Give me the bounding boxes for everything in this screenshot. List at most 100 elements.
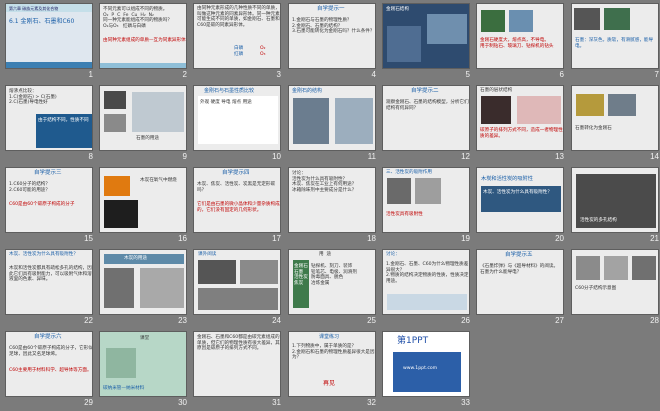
slide-thumbnail[interactable]: 石墨：深灰色，质软，有滑腻感，能导电。 7 [569,2,660,83]
slide-number: 11 [367,152,376,161]
slide-thumbnail[interactable]: 课堂 碳纳米管—纳米材料 30 [97,330,191,411]
slide-thumbnail[interactable]: 用 途金刚石 石墨 活性炭 焦炭 钻探机、刻刀、装饰 铅笔芯、电极、润滑剂 防毒面… [286,248,380,329]
slide-text: 自学提示六 [34,334,62,340]
slide-thumbnail[interactable]: 金刚石的结构 11 [286,84,380,165]
slide-thumbnail[interactable]: 熔沸点比较： 1.C(金刚石) > C(石墨) 2.C(石墨)导电性好 由于结构不… [3,84,97,165]
slide-number: 10 [272,152,281,161]
slide-preview[interactable]: C60分子结构示意图 [571,249,659,315]
slide-text: C60是由60个碳原子构成的分子 [9,202,75,207]
slide-thumbnail[interactable]: 讨论： 1.金刚石、石墨、C60为什么物理性质差异很大？ 2.物质的结构决定物质的… [380,248,474,329]
slide-thumbnail[interactable]: 自学提示五 《石墨炸弹》与《超导材料》的阅读。 石墨为什么能导电？ 27 [474,248,568,329]
slide-preview[interactable]: 石墨：深灰色，质软，有滑腻感，能导电。 [571,3,659,69]
slide-image-placeholder [481,10,505,32]
slide-text: 外观 硬度 导电 熔点 用途 [200,100,252,105]
slide-thumbnail[interactable]: 木炭和活性炭的吸附性 木炭、活性炭为什么具有吸附性？ 20 [474,166,568,247]
slide-text: 石墨的层状结构 [480,88,513,93]
slide-preview[interactable]: 木炭和活性炭的吸附性 木炭、活性炭为什么具有吸附性？ [476,167,564,233]
slide-text: www.1ppt.com [403,366,438,371]
slide-text: 讨论： [386,252,400,257]
slide-preview[interactable]: 讨论： 1.金刚石、石墨、C60为什么物理性质差异很大？ 2.物质的结构决定物质的… [382,249,470,315]
slide-preview[interactable]: 自学提示四 木炭、焦炭、活性炭、炭黑是无定形碳吗？ 它们是由石墨的微小晶体和少量杂质… [193,167,281,233]
slide-text: 木炭的用途 [124,256,147,261]
slide-preview[interactable]: 金刚石结构 [382,3,470,69]
slide-preview[interactable]: 石墨的层状结构 碳原子的排列方式不同，造成一者物理性质的差异。 [476,85,564,151]
slide-image-placeholder [517,96,561,124]
slide-text: 金刚石的结构 [292,88,323,94]
slide-preview[interactable]: 讨论： 活性炭为什么具有吸附性？ 木炭、焦炭在工业上有何用途？ 冰箱除味剂中主要… [288,167,376,233]
slide-thumbnail[interactable]: 自学提示六 C60是由60个碳原子构成的分子，它形似足球，因此又名足球烯。 C60主… [3,330,97,411]
slide-number: 15 [84,234,93,243]
slide-text: 用 途 [319,252,332,257]
slide-preview[interactable]: 自学提示三 1.C60分子的结构？ 2.C60可能的用途？ C60是由60个碳原子构… [5,167,93,233]
slide-thumbnail[interactable]: 石墨的层状结构 碳原子的排列方式不同，造成一者物理性质的差异。 13 [474,84,568,165]
slide-preview[interactable]: 自学提示一 1.金刚石与石墨的物理性质？ 2.金刚石、石墨的结构？ 3.石墨可能转… [288,3,376,69]
slide-preview[interactable]: 课堂 碳纳米管—纳米材料 [99,331,187,397]
slide-number: 21 [650,234,659,243]
slide-thumbnail[interactable]: 金刚石结构 5 [380,2,474,83]
slide-preview[interactable]: 第六章 碳族元素及其化合物 6.1 金刚石、石墨和C60 [5,3,93,69]
slide-thumbnail[interactable]: 金刚石、石墨和C60都是由碳元素组成的单质，但它们的物理性质有很大差异，其原因是… [191,330,285,411]
slide-number: 5 [465,70,470,79]
slide-preview[interactable]: 课堂练习 1.下列物质中，属于单质的是？ 2.金刚石和石墨的物理性质差异很大是因为… [288,331,376,397]
slide-number: 14 [650,152,659,161]
slide-thumbnail[interactable]: 课外阅读 24 [191,248,285,329]
slide-thumbnail[interactable]: 三、活性炭的吸附作用 活性炭具有吸附性 19 [380,166,474,247]
slide-preview[interactable]: 石墨转化为金刚石 [571,85,659,151]
slide-image-placeholder [604,8,630,30]
slide-text: 金刚石硬度大，熔点高，不导电。 用于制钻石、玻璃刀、钻探机的钻头 [480,38,554,49]
slide-text: 木炭和活性炭都具有疏松多孔的结构，因此它们具有吸附能力，可以吸附气体和溶液里的色… [9,266,92,283]
slide-thumbnail[interactable]: 第1PPT www.1ppt.com 33 [380,330,474,411]
slide-thumbnail[interactable]: 讨论： 活性炭为什么具有吸附性？ 木炭、焦炭在工业上有何用途？ 冰箱除味剂中主要… [286,166,380,247]
slide-thumbnail[interactable]: 课堂练习 1.下列物质中，属于单质的是？ 2.金刚石和石墨的物理性质差异很大是因为… [286,330,380,411]
slide-preview[interactable]: 自学提示五 《石墨炸弹》与《超导材料》的阅读。 石墨为什么能导电？ [476,249,564,315]
slide-preview[interactable]: 课外阅读 [193,249,281,315]
slide-thumbnail[interactable]: 活性炭的多孔结构 21 [569,166,660,247]
slide-preview[interactable]: 金刚石硬度大，熔点高，不导电。 用于制钻石、玻璃刀、钻探机的钻头 [476,3,564,69]
slide-thumbnail[interactable]: 自学提示三 1.C60分子的结构？ 2.C60可能的用途？ C60是由60个碳原子构… [3,166,97,247]
slide-text: 《石墨炸弹》与《超导材料》的阅读。 石墨为什么能导电？ [480,264,559,275]
slide-thumbnail[interactable]: 自学提示二 观察金刚石、石墨的结构模型，分析它们结构有何异同？ 12 [380,84,474,165]
slide-preview[interactable]: 第1PPT www.1ppt.com [382,331,470,397]
slide-number: 29 [84,398,93,407]
slide-thumbnail[interactable]: 石墨转化为金刚石 14 [569,84,660,165]
slide-thumbnail[interactable]: 第六章 碳族元素及其化合物 6.1 金刚石、石墨和C60 1 [3,2,97,83]
slide-preview[interactable]: 活性炭的多孔结构 [571,167,659,233]
slide-thumbnail[interactable]: 石墨的用途 9 [97,84,191,165]
slide-thumbnail[interactable]: 自学提示四 木炭、焦炭、活性炭、炭黑是无定形碳吗？ 它们是由石墨的微小晶体和少量杂质… [191,166,285,247]
slide-preview[interactable]: 用 途金刚石 石墨 活性炭 焦炭 钻探机、刻刀、装饰 铅笔芯、电极、润滑剂 防毒面… [288,249,376,315]
slide-image-placeholder [198,288,278,310]
slide-preview[interactable]: 不同元素可以组成不同的物质。 O₂ P C Fe Cu H₂ N₂ 同一种元素能… [99,3,187,69]
slide-preview[interactable]: 自学提示二 观察金刚石、石墨的结构模型，分析它们结构有何异同？ [382,85,470,151]
slide-text: 再见 [323,380,336,387]
slide-preview[interactable]: 三、活性炭的吸附作用 活性炭具有吸附性 [382,167,470,233]
slide-preview[interactable]: 熔沸点比较： 1.C(金刚石) > C(石墨) 2.C(石墨)导电性好 由于结构不… [5,85,93,151]
slide-thumbnail[interactable]: 由同种元素形成的几种性质不同的单质，叫做这种元素的同素异形体。同一种元素可能生成… [191,2,285,83]
slide-thumbnail[interactable]: 金刚石硬度大，熔点高，不导电。 用于制钻石、玻璃刀、钻探机的钻头 6 [474,2,568,83]
slide-preview[interactable]: 木炭的用途 [99,249,187,315]
slide-image-placeholder [632,256,656,280]
slide-thumbnail[interactable]: 自学提示一 1.金刚石与石墨的物理性质？ 2.金刚石、石墨的结构？ 3.石墨可能转… [286,2,380,83]
slide-number: 27 [555,316,564,325]
slide-preview[interactable]: 由同种元素形成的几种性质不同的单质，叫做这种元素的同素异形体。同一种元素可能生成… [193,3,281,69]
slide-number: 6 [559,70,564,79]
slide-image-placeholder [104,176,130,196]
slide-thumbnail[interactable]: 木炭在氧气中燃烧 16 [97,166,191,247]
slide-text: 木炭、活性炭为什么具有吸附性？ [483,190,552,195]
slide-image-placeholder [293,98,329,144]
slide-thumbnail[interactable]: C60分子结构示意图 28 [569,248,660,329]
slide-text: 活性炭具有吸附性 [386,212,423,217]
slide-preview[interactable]: 木炭在氧气中燃烧 [99,167,187,233]
slide-thumbnail[interactable]: 金刚石与石墨性质比较 外观 硬度 导电 熔点 用途 10 [191,84,285,165]
slide-preview[interactable]: 金刚石、石墨和C60都是由碳元素组成的单质，但它们的物理性质有很大差异，其原因是… [193,331,281,397]
slide-preview[interactable]: 金刚石的结构 [288,85,376,151]
slide-thumbnail[interactable]: 木炭、活性炭为什么具有吸附性？ 木炭和活性炭都具有疏松多孔的结构，因此它们具有吸附… [3,248,97,329]
slide-number: 26 [461,316,470,325]
slide-text: 由同种元素组成的单质—互为同素异形体 [103,38,186,43]
slide-preview[interactable]: 石墨的用途 [99,85,187,151]
slide-preview[interactable]: 自学提示六 C60是由60个碳原子构成的分子，它形似足球，因此又名足球烯。 C60主… [5,331,93,397]
slide-thumbnail[interactable]: 木炭的用途 23 [97,248,191,329]
slide-thumbnail[interactable]: 不同元素可以组成不同的物质。 O₂ P C Fe Cu H₂ N₂ 同一种元素能… [97,2,191,83]
slide-preview[interactable]: 金刚石与石墨性质比较 外观 硬度 导电 熔点 用途 [193,85,281,151]
slide-text: 石墨转化为金刚石 [575,126,612,131]
slide-preview[interactable]: 木炭、活性炭为什么具有吸附性？ 木炭和活性炭都具有疏松多孔的结构，因此它们具有吸附… [5,249,93,315]
